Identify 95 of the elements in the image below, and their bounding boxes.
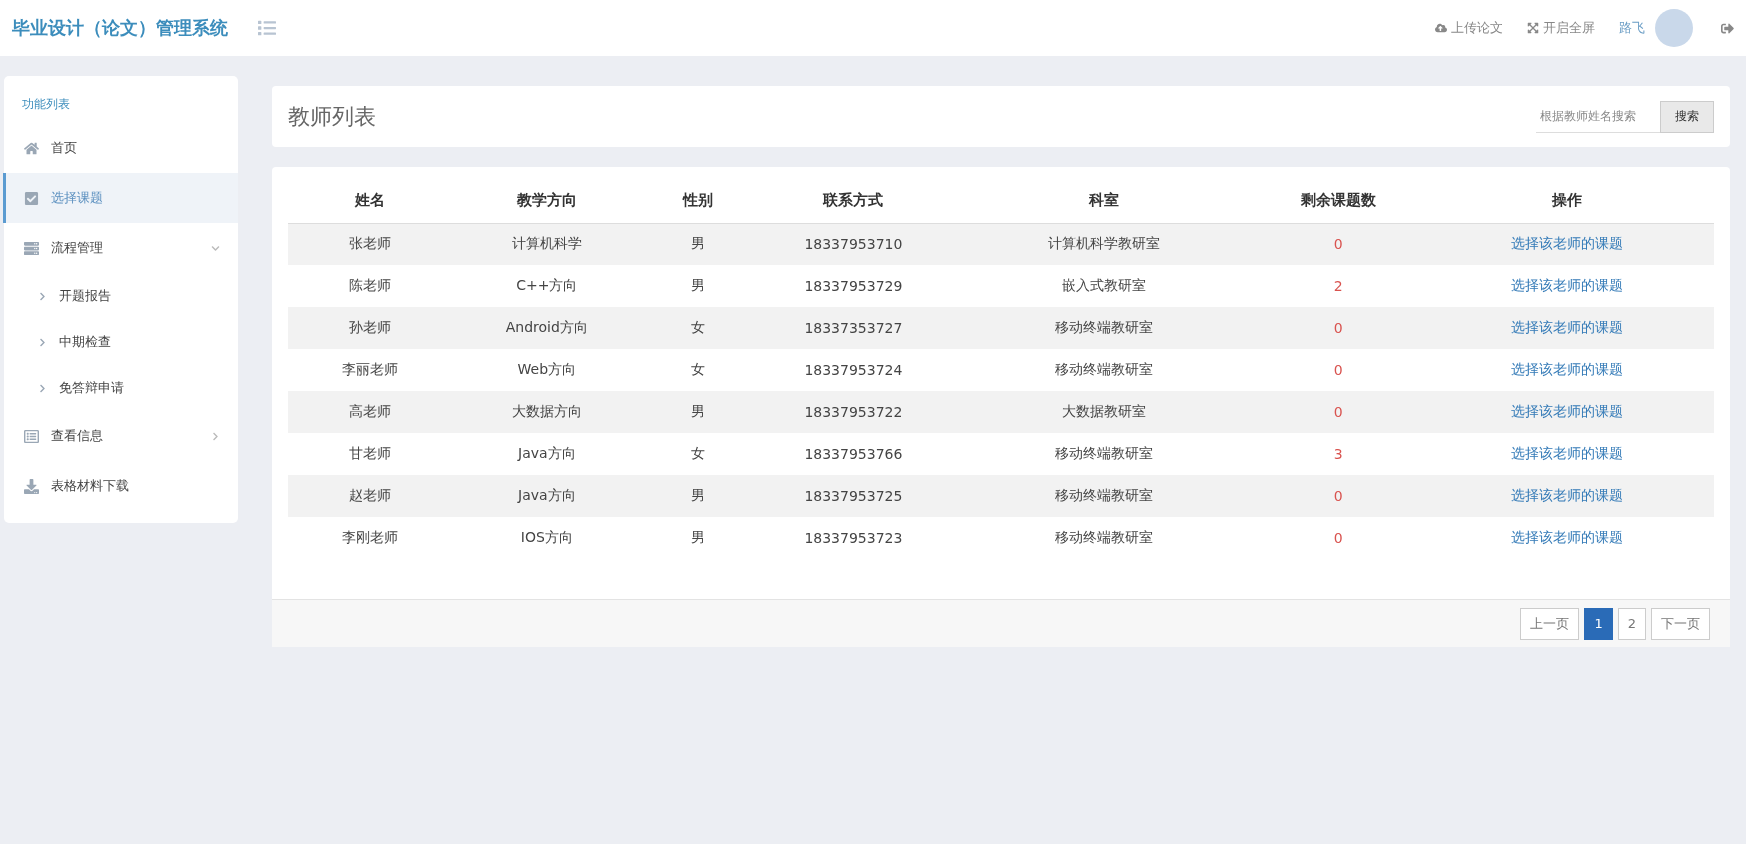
table-cell: 0 [1256, 517, 1421, 559]
table-cell: IOS方向 [452, 517, 642, 559]
next-page-button[interactable]: 下一页 [1651, 607, 1710, 640]
sidebar-item[interactable]: 首页 [3, 123, 238, 173]
table-cell: 移动终端教研室 [952, 475, 1257, 517]
table-cell: 张老师 [288, 223, 452, 265]
table-cell: 女 [641, 433, 755, 475]
prev-page-button[interactable]: 上一页 [1520, 607, 1580, 640]
sidebar-item[interactable]: 选择课题 [3, 173, 238, 223]
user-name[interactable]: 路飞 [1619, 19, 1645, 37]
table-cell: 0 [1256, 349, 1421, 391]
table-cell: 赵老师 [288, 475, 452, 517]
page-button[interactable]: 1 [1584, 607, 1613, 640]
table-cell: Java方向 [452, 475, 642, 517]
table-cell: 女 [641, 349, 755, 391]
select-topic-link[interactable]: 选择该老师的课题 [1511, 235, 1624, 252]
table-cell: 男 [641, 265, 755, 307]
column-header: 姓名 [288, 179, 452, 223]
table-cell: 移动终端教研室 [952, 349, 1257, 391]
sidebar-item[interactable]: 流程管理 [3, 223, 238, 273]
table-cell: 男 [641, 223, 755, 265]
column-header: 性别 [641, 179, 755, 223]
cloud-upload-icon [1435, 22, 1447, 34]
select-topic-link[interactable]: 选择该老师的课题 [1511, 319, 1624, 335]
table-cell: 18337953723 [754, 517, 953, 559]
table-cell: 甘老师 [288, 433, 452, 475]
table-cell: 男 [641, 517, 755, 559]
table-cell: 李丽老师 [288, 349, 452, 391]
table-cell: 高老师 [288, 391, 452, 433]
chevron-right-icon [38, 291, 47, 301]
table-cell: 计算机科学 [452, 223, 642, 265]
checkbox-icon [24, 190, 39, 206]
table-cell: 3 [1256, 433, 1421, 475]
table-cell: 移动终端教研室 [952, 307, 1257, 349]
sidebar-subitem[interactable]: 免答辩申请 [3, 365, 238, 411]
table-cell: Web方向 [452, 349, 642, 391]
table-cell: 18337953766 [754, 433, 953, 475]
column-header: 操作 [1420, 179, 1714, 223]
select-topic-link[interactable]: 选择该老师的课题 [1511, 487, 1624, 503]
app-title: 毕业设计（论文）管理系统 [12, 16, 228, 40]
table-cell: 孙老师 [288, 307, 452, 349]
column-header: 科室 [952, 179, 1257, 223]
fullscreen-link[interactable]: 开启全屏 [1527, 19, 1595, 37]
column-header: 联系方式 [754, 179, 953, 223]
table-cell: 18337953724 [754, 349, 953, 391]
table-cell: 2 [1256, 265, 1421, 307]
table-cell: 0 [1256, 223, 1421, 265]
table-cell: 男 [641, 475, 755, 517]
table-cell: 18337953710 [754, 223, 953, 265]
table-cell: 18337953722 [754, 391, 953, 433]
sidebar-item[interactable]: 表格材料下载 [3, 461, 238, 511]
table-cell: 大数据教研室 [952, 391, 1257, 433]
chevron-right-icon [38, 383, 47, 393]
table-cell: 男 [641, 391, 755, 433]
table-cell: 女 [641, 307, 755, 349]
select-topic-link[interactable]: 选择该老师的课题 [1511, 445, 1624, 461]
table-cell: 0 [1256, 475, 1421, 517]
sidebar-heading: 功能列表 [21, 96, 71, 113]
expand-icon [1527, 22, 1539, 34]
home-icon [24, 140, 39, 156]
select-topic-link[interactable]: 选择该老师的课题 [1511, 403, 1624, 419]
upload-link[interactable]: 上传论文 [1435, 19, 1503, 37]
column-header: 剩余课题数 [1256, 179, 1421, 223]
column-header: 教学方向 [452, 179, 642, 223]
page-button[interactable]: 2 [1617, 607, 1646, 640]
table-cell: 大数据方向 [452, 391, 642, 433]
table-cell: 18337953729 [754, 265, 953, 307]
select-topic-link[interactable]: 选择该老师的课题 [1511, 277, 1624, 293]
table-cell: 李刚老师 [288, 517, 452, 559]
table-cell: 移动终端教研室 [952, 517, 1257, 559]
table-cell: Java方向 [452, 433, 642, 475]
table-cell: Android方向 [452, 307, 642, 349]
table-cell: 计算机科学教研室 [952, 223, 1257, 265]
select-topic-link[interactable]: 选择该老师的课题 [1511, 529, 1624, 545]
table-cell: 陈老师 [288, 265, 452, 307]
sidebar-subitem[interactable]: 中期检查 [3, 319, 238, 365]
server-icon [24, 240, 39, 256]
search-button[interactable]: 搜索 [1660, 100, 1714, 133]
select-topic-link[interactable]: 选择该老师的课题 [1511, 361, 1624, 377]
logout-icon[interactable] [1721, 21, 1734, 35]
download-icon [24, 478, 39, 494]
table-cell: 0 [1256, 307, 1421, 349]
table-cell: 18337953725 [754, 475, 953, 517]
table-cell: 移动终端教研室 [952, 433, 1257, 475]
sidebar-item[interactable]: 查看信息 [3, 411, 238, 461]
sidebar-subitem[interactable]: 开题报告 [3, 273, 238, 319]
table-cell: 嵌入式教研室 [952, 265, 1257, 307]
list-icon [24, 428, 39, 444]
menu-icon[interactable] [258, 19, 276, 37]
chevron-right-icon [38, 337, 47, 347]
table-cell: 18337353727 [754, 307, 953, 349]
page-title: 教师列表 [288, 102, 376, 131]
avatar[interactable] [1655, 9, 1693, 47]
table-cell: C++方向 [452, 265, 642, 307]
table-cell: 0 [1256, 391, 1421, 433]
